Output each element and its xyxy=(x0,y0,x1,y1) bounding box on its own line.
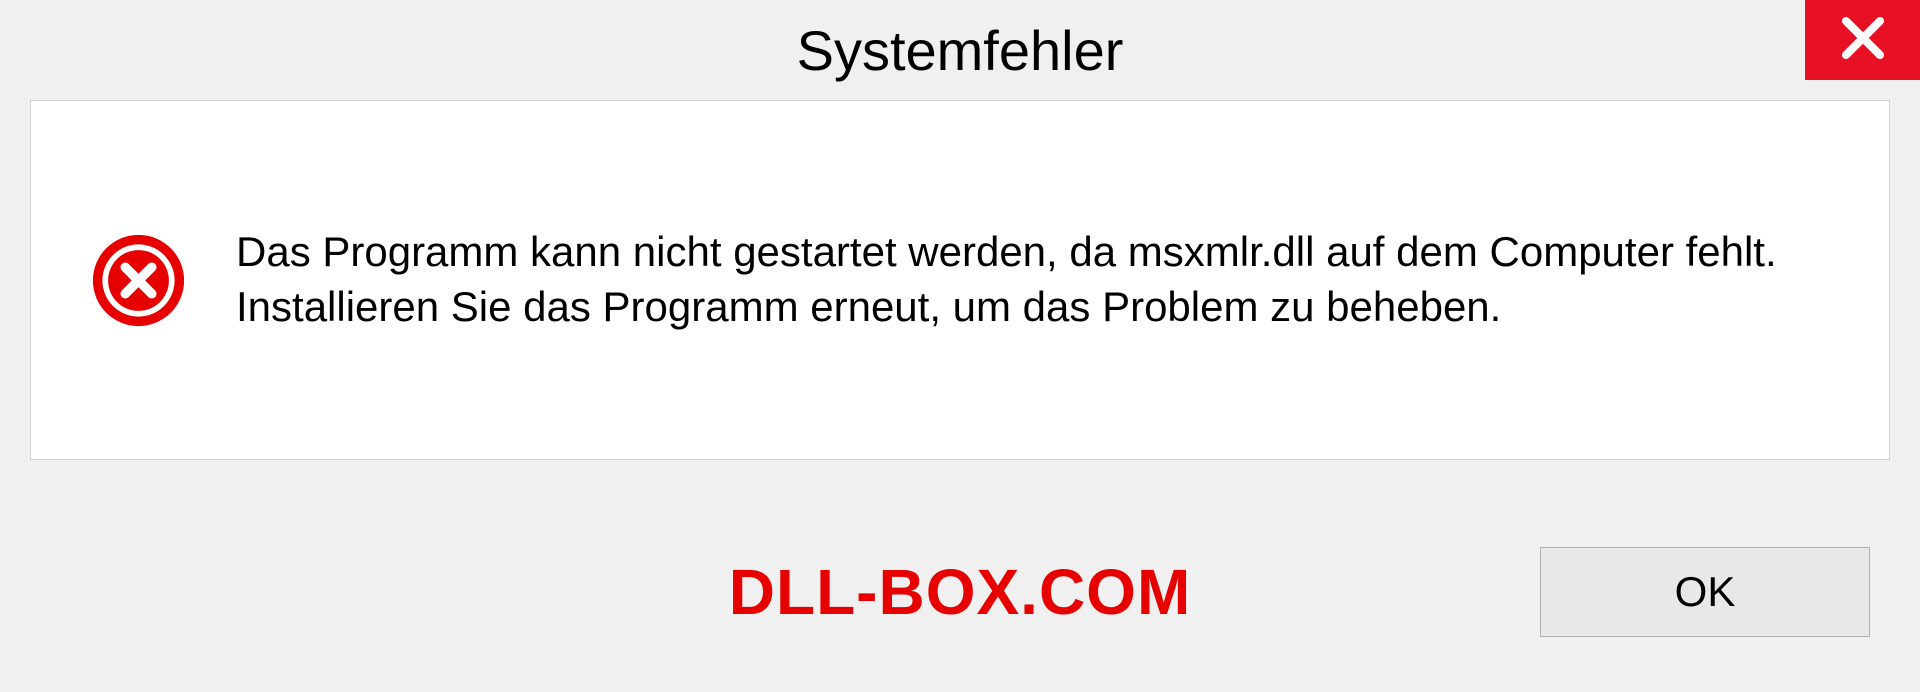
footer-area: DLL-BOX.COM OK xyxy=(0,492,1920,692)
close-button[interactable] xyxy=(1805,0,1920,80)
title-bar: Systemfehler xyxy=(0,0,1920,100)
error-dialog: Systemfehler Das Programm kann nicht ges… xyxy=(0,0,1920,692)
error-icon xyxy=(91,233,186,328)
watermark-text: DLL-BOX.COM xyxy=(729,555,1192,629)
close-icon xyxy=(1838,13,1888,68)
content-area: Das Programm kann nicht gestartet werden… xyxy=(30,100,1890,460)
dialog-title: Systemfehler xyxy=(797,18,1124,83)
error-message: Das Programm kann nicht gestartet werden… xyxy=(236,225,1829,334)
ok-button[interactable]: OK xyxy=(1540,547,1870,637)
